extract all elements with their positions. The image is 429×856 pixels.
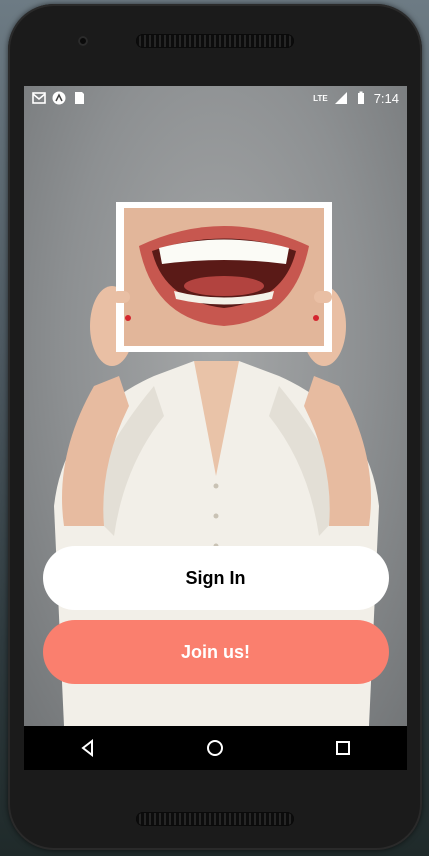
recents-icon[interactable] — [323, 728, 363, 768]
front-camera — [78, 36, 88, 46]
gmail-icon — [32, 91, 46, 105]
join-button[interactable]: Join us! — [42, 620, 389, 684]
top-speaker — [136, 34, 294, 48]
battery-icon — [354, 91, 368, 105]
network-label: LTE — [313, 93, 328, 103]
sign-in-button[interactable]: Sign In — [42, 546, 389, 610]
phone-frame: LTE 7:14 Sign In Join us! — [8, 4, 422, 850]
sd-card-icon — [72, 91, 86, 105]
auth-buttons: Sign In Join us! — [24, 546, 407, 684]
app-screen: LTE 7:14 Sign In Join us! — [24, 86, 407, 770]
signal-icon — [334, 91, 348, 105]
expo-icon — [52, 91, 66, 105]
bottom-speaker — [136, 812, 294, 826]
back-icon[interactable] — [68, 728, 108, 768]
home-icon[interactable] — [195, 728, 235, 768]
navigation-bar — [24, 726, 407, 770]
status-time: 7:14 — [373, 90, 399, 106]
status-bar: LTE 7:14 — [24, 86, 407, 110]
